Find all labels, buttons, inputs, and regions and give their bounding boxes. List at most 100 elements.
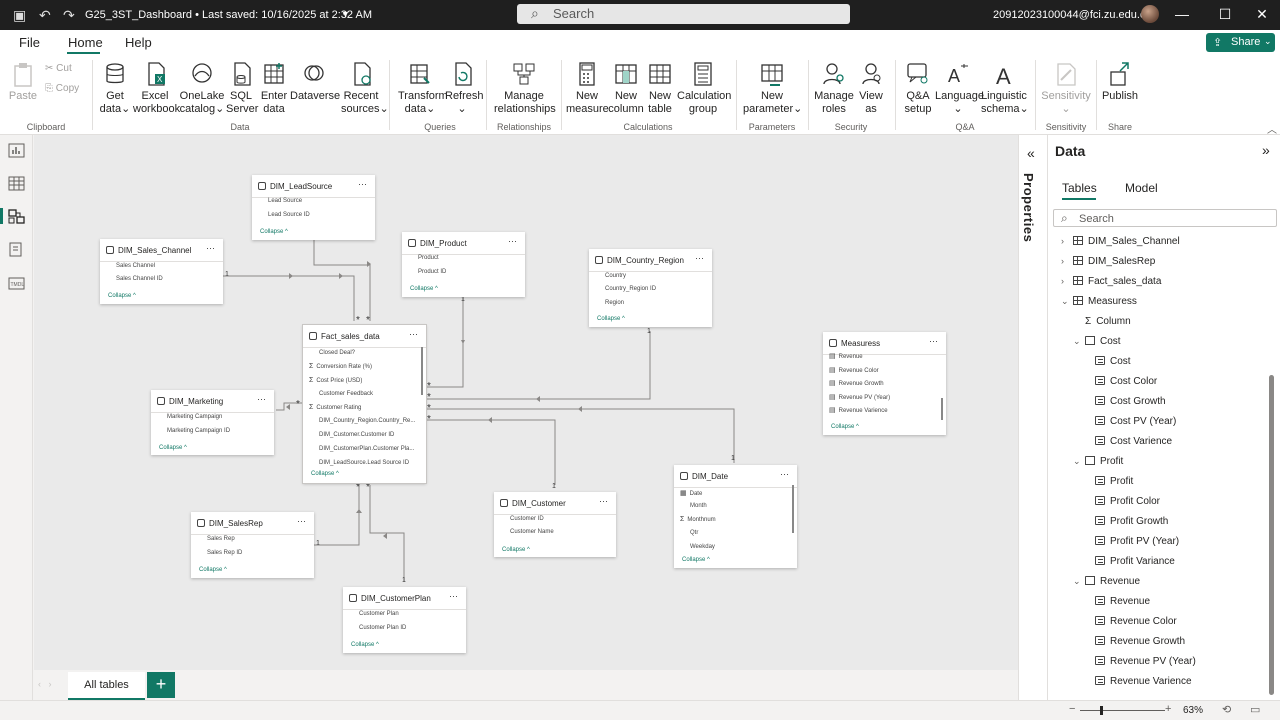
- manage-roles-button[interactable]: Manage roles: [814, 60, 854, 116]
- zoom-slider-knob[interactable]: [1100, 706, 1103, 715]
- field[interactable]: Customer ID: [510, 516, 544, 522]
- chevron-down-icon[interactable]: ⌄: [1073, 576, 1085, 587]
- collapse-link[interactable]: Collapse ^: [410, 286, 438, 292]
- view-as-button[interactable]: View as: [855, 60, 887, 116]
- close-icon[interactable]: ✕: [1252, 6, 1272, 23]
- field[interactable]: Product ID: [418, 269, 446, 275]
- table-card-sales-channel[interactable]: DIM_Sales_Channel ··· Sales Channel Sale…: [100, 239, 223, 304]
- table-card-date[interactable]: DIM_Date ··· ▦ Date Month Σ Monthnum Qtr W…: [674, 465, 797, 568]
- table-card-header[interactable]: DIM_Date: [680, 472, 728, 481]
- field[interactable]: Weekday: [690, 544, 715, 550]
- measure-item[interactable]: Profit Variance: [1095, 556, 1175, 576]
- measure-item[interactable]: Profit: [1095, 476, 1133, 496]
- field[interactable]: Σ Monthnum: [680, 516, 716, 523]
- tab-model[interactable]: Model: [1125, 181, 1158, 195]
- table-card-header[interactable]: DIM_Sales_Channel: [106, 246, 191, 255]
- table-card-header[interactable]: DIM_Product: [408, 239, 467, 248]
- measure-item[interactable]: Cost PV (Year): [1095, 416, 1176, 436]
- add-layout-button[interactable]: +: [147, 672, 175, 698]
- redo-icon[interactable]: ↷: [63, 7, 75, 24]
- new-measure-button[interactable]: New measure: [566, 60, 609, 116]
- field[interactable]: Sales Channel ID: [116, 276, 163, 282]
- field[interactable]: Customer Plan: [359, 611, 399, 617]
- table-card-header[interactable]: DIM_Country_Region: [595, 256, 684, 265]
- get-data-button[interactable]: Get data⌄: [98, 60, 132, 116]
- collapse-ribbon-icon[interactable]: ︿: [1267, 121, 1277, 136]
- table-card-header[interactable]: Measuress: [829, 339, 880, 348]
- collapse-link[interactable]: Collapse ^: [311, 471, 339, 477]
- field[interactable]: Customer Name: [510, 529, 554, 535]
- undo-icon[interactable]: ↶: [39, 7, 51, 24]
- publish-button[interactable]: Publish: [1100, 60, 1140, 103]
- more-options-icon[interactable]: ···: [358, 179, 367, 189]
- sql-server-button[interactable]: SQL Server: [226, 60, 258, 116]
- field[interactable]: Sales Channel: [116, 263, 155, 269]
- chevron-right-icon[interactable]: ›: [1061, 236, 1073, 246]
- properties-label[interactable]: Properties: [1021, 173, 1036, 242]
- field[interactable]: Marketing Campaign ID: [167, 428, 230, 434]
- measure-item[interactable]: Revenue Varience: [1095, 676, 1192, 696]
- table-card-header[interactable]: DIM_SalesRep: [197, 519, 263, 528]
- zoom-out-button[interactable]: −: [1069, 703, 1075, 715]
- qa-setup-button[interactable]: Q&A setup: [901, 60, 935, 116]
- column-item[interactable]: Σ Column: [1085, 316, 1131, 336]
- measure-field[interactable]: ▤ Revenue Color: [829, 366, 879, 374]
- global-search[interactable]: ⌕ Search: [517, 4, 850, 24]
- title-dropdown-icon[interactable]: ▼: [341, 9, 350, 19]
- more-options-icon[interactable]: ···: [599, 496, 608, 506]
- scrollbar[interactable]: [941, 398, 943, 420]
- field[interactable]: DIM_LeadSource.Lead Source ID: [319, 460, 409, 466]
- save-icon[interactable]: ▣: [13, 7, 26, 24]
- field[interactable]: Customer Plan ID: [359, 625, 406, 631]
- field[interactable]: Sales Rep ID: [207, 550, 242, 556]
- table-card-salesrep[interactable]: DIM_SalesRep ··· Sales Rep Sales Rep ID …: [191, 512, 314, 578]
- folder-item[interactable]: ⌄ Revenue: [1073, 576, 1140, 596]
- new-parameter-button[interactable]: New parameter⌄: [743, 60, 802, 116]
- field[interactable]: Σ Conversion Rate (%): [309, 363, 372, 370]
- field[interactable]: DIM_Customer.Customer ID: [319, 432, 394, 438]
- collapse-link[interactable]: Collapse ^: [351, 642, 379, 648]
- transform-data-button[interactable]: Transform data⌄: [398, 60, 448, 116]
- tab-help[interactable]: Help: [125, 35, 152, 50]
- table-card-country-region[interactable]: DIM_Country_Region ··· Country Country_R…: [589, 249, 712, 327]
- expand-properties-icon[interactable]: «: [1027, 145, 1035, 161]
- table-item[interactable]: › DIM_SalesRep: [1061, 256, 1155, 276]
- avatar[interactable]: [1141, 5, 1159, 23]
- new-table-button[interactable]: New table: [646, 60, 674, 116]
- measure-item[interactable]: Cost Growth: [1095, 396, 1166, 416]
- table-card-marketing[interactable]: DIM_Marketing ··· Marketing Campaign Mar…: [151, 390, 274, 455]
- measure-item[interactable]: Revenue Color: [1095, 616, 1177, 636]
- measure-field[interactable]: ▤ Revenue Varience: [829, 406, 888, 414]
- cut-button[interactable]: ✂ Cut: [45, 63, 72, 74]
- field[interactable]: Σ Cost Price (USD): [309, 377, 362, 384]
- chevron-down-icon[interactable]: ⌄: [1073, 336, 1085, 347]
- table-item[interactable]: › DIM_Sales_Channel: [1061, 236, 1180, 256]
- table-card-leadsource[interactable]: DIM_LeadSource ··· Lead Source Lead Sour…: [252, 175, 375, 240]
- measure-item[interactable]: Cost: [1095, 356, 1131, 376]
- field[interactable]: Sales Rep: [207, 536, 235, 542]
- measure-item[interactable]: Revenue Growth: [1095, 636, 1185, 656]
- chevron-right-icon[interactable]: ›: [1061, 256, 1073, 266]
- field[interactable]: Σ Customer Rating: [309, 404, 361, 411]
- linguistic-schema-button[interactable]: A Linguistic schema⌄: [981, 60, 1029, 116]
- field[interactable]: Country_Region ID: [605, 286, 656, 292]
- paste-button[interactable]: Paste: [8, 60, 38, 103]
- collapse-link[interactable]: Collapse ^: [260, 229, 288, 235]
- collapse-link[interactable]: Collapse ^: [502, 547, 530, 553]
- field[interactable]: Month: [690, 503, 707, 509]
- dataverse-button[interactable]: Dataverse: [290, 60, 340, 103]
- table-card-header[interactable]: DIM_CustomerPlan: [349, 594, 431, 603]
- field[interactable]: Qtr: [690, 530, 698, 536]
- document-title[interactable]: G25_3ST_Dashboard • Last saved: 10/16/20…: [85, 9, 372, 21]
- sensitivity-button[interactable]: Sensitivity ⌄: [1041, 60, 1091, 116]
- measure-field[interactable]: ▤ Revenue Growth: [829, 379, 884, 387]
- collapse-link[interactable]: Collapse ^: [159, 445, 187, 451]
- more-options-icon[interactable]: ···: [409, 329, 418, 339]
- collapse-pane-icon[interactable]: »: [1262, 142, 1270, 158]
- table-card-customer[interactable]: DIM_Customer ··· Customer ID Customer Na…: [494, 492, 616, 557]
- recent-sources-button[interactable]: Recent sources⌄: [341, 60, 389, 116]
- collapse-link[interactable]: Collapse ^: [597, 316, 625, 322]
- field[interactable]: Marketing Campaign: [167, 414, 222, 420]
- measure-item[interactable]: Revenue PV (Year): [1095, 656, 1196, 676]
- field[interactable]: ▦ Date: [680, 489, 702, 497]
